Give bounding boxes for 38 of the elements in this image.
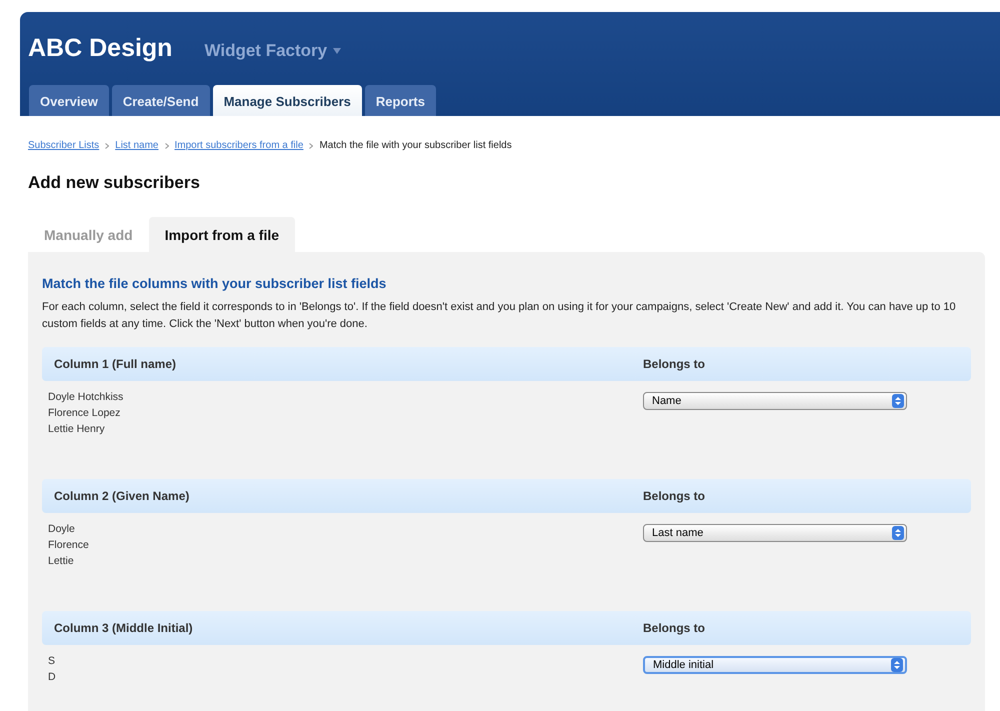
field-select[interactable]: Name [643, 392, 907, 410]
sample-value: D [48, 670, 57, 685]
column-heading: Column 2 (Given Name) [54, 489, 190, 503]
chevron-icon [164, 142, 168, 148]
field-select[interactable]: Last name [643, 524, 907, 542]
sample-value: Lettie Henry [48, 422, 106, 437]
nav-tab[interactable]: Create/Send [112, 85, 210, 116]
sample-value: Doyle Hotchkiss [48, 390, 124, 405]
sample-value: Florence [48, 538, 90, 553]
instructions: For each column, select the field it corresponds to in 'Belongs to'. If the field doesn't exist and you plan on using it for your campaigns, select 'Create New' and add it. You can have up to 10 custom fields at any time. Click the 'Next' button when you're done. [42, 300, 957, 332]
sample-value: Doyle [48, 522, 76, 537]
panel-title: Match the file columns with your subscriber list fields [42, 276, 388, 291]
chevron-icon [105, 142, 110, 148]
column-heading: Column 1 (Full name) [54, 357, 178, 371]
belongs-label: Belongs to [643, 621, 706, 635]
breadcrumb-link[interactable]: List name [115, 140, 158, 151]
chevron-icon [309, 142, 314, 148]
account-switcher[interactable]: Widget Factory [204, 41, 342, 61]
field-select[interactable]: Middle initial [643, 656, 907, 674]
sub-tab[interactable]: Import from a file [148, 217, 296, 252]
nav-tab[interactable]: Overview [29, 85, 109, 116]
updown-arrows-icon [891, 658, 903, 672]
sample-value: Lettie [48, 554, 75, 569]
caret-icon [333, 48, 342, 54]
nav-tab[interactable]: Reports [364, 85, 436, 116]
updown-arrows-icon [892, 394, 904, 408]
breadcrumb-link[interactable]: Subscriber Lists [28, 140, 100, 151]
sample-value: S [48, 654, 56, 669]
nav-tab[interactable]: Manage Subscribers [212, 85, 362, 116]
breadcrumb-current: Match the file with your subscriber list fields [319, 140, 512, 151]
updown-arrows-icon [892, 526, 904, 540]
breadcrumb-link[interactable]: Import subscribers from a file [174, 140, 304, 151]
brand-name: ABC Design [28, 34, 172, 63]
belongs-label: Belongs to [643, 357, 706, 371]
sample-value: Florence Lopez [48, 406, 122, 421]
belongs-label: Belongs to [643, 489, 706, 503]
page-title: Add new subscribers [28, 173, 201, 193]
column-heading: Column 3 (Middle Initial) [54, 621, 194, 635]
